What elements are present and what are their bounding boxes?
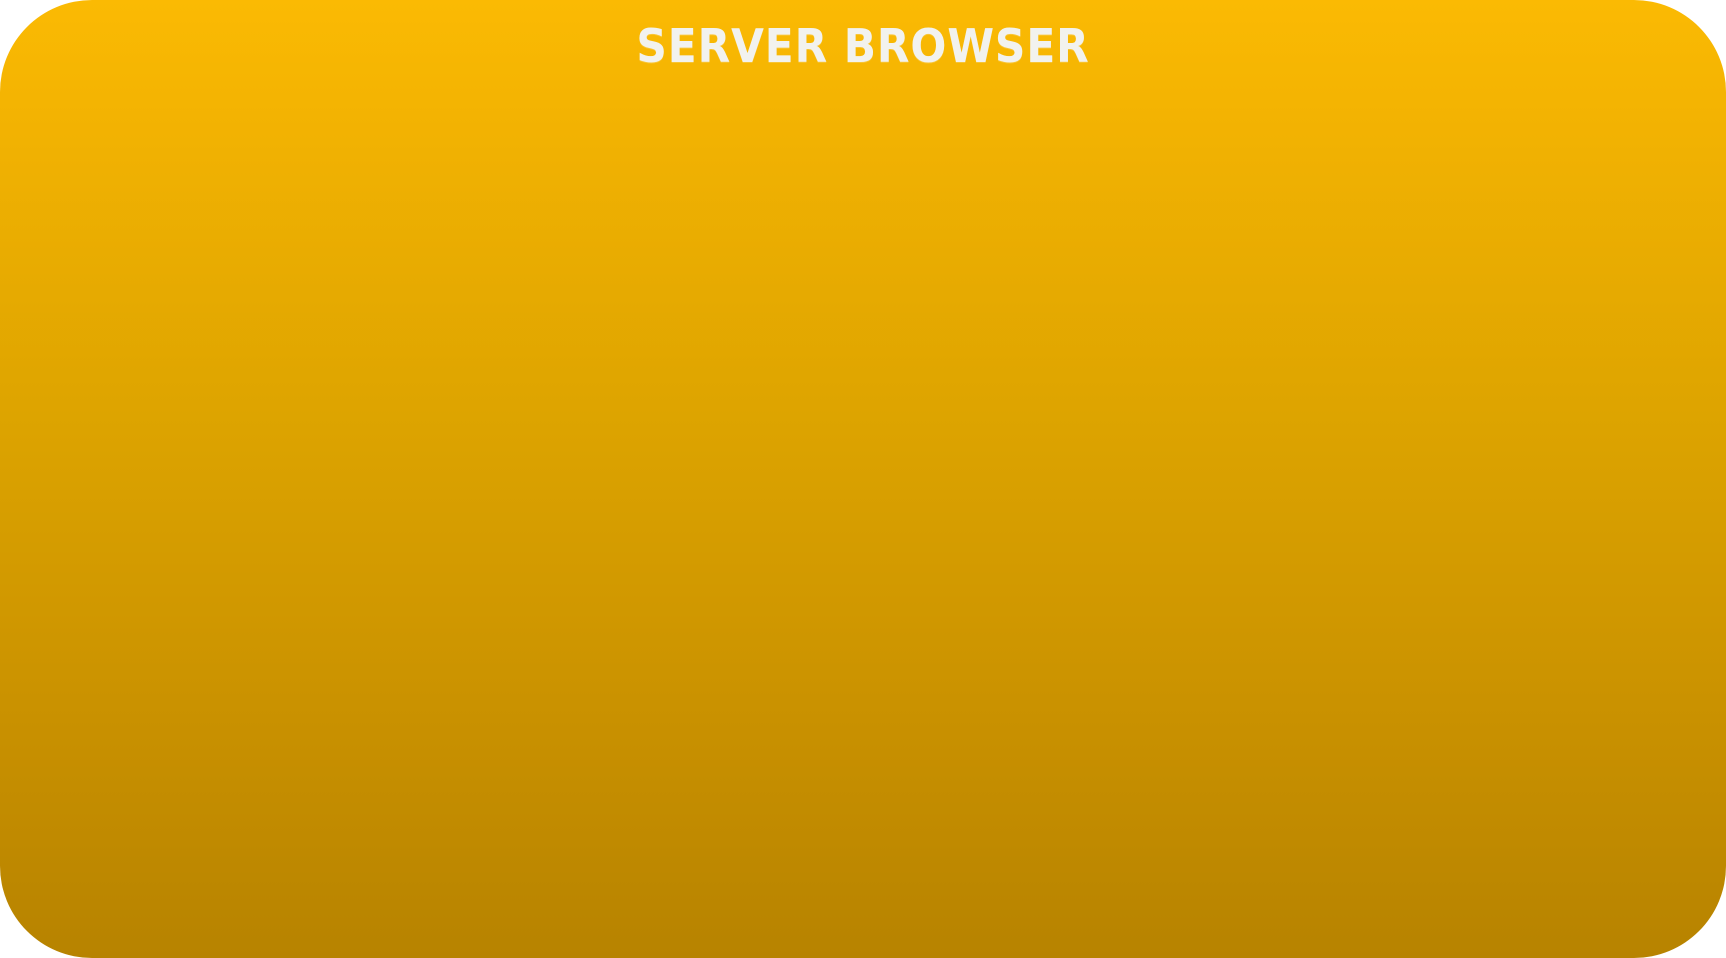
page-title: SERVER BROWSER [636,19,1090,73]
server-browser-panel: SERVER BROWSER [0,0,1726,958]
server-list-area [0,98,1726,958]
